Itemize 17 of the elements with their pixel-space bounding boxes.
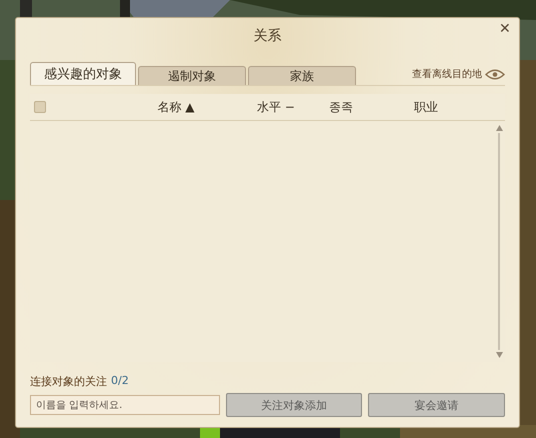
name-input-field[interactable]: 이름을 입력하세요. bbox=[30, 395, 220, 415]
offline-toggle[interactable]: 查看离线目的地 bbox=[412, 67, 505, 85]
follow-label: 连接对象的关注 bbox=[30, 374, 107, 389]
select-all-checkbox[interactable] bbox=[34, 101, 46, 113]
tab[interactable]: 感兴趣的对象 bbox=[30, 62, 136, 85]
window-title: 关系 bbox=[254, 27, 282, 45]
column-header[interactable]: 职业 bbox=[376, 98, 476, 116]
column-header[interactable]: 水平 − bbox=[246, 98, 306, 116]
scroll-up-icon[interactable] bbox=[496, 125, 502, 131]
tab[interactable]: 遏制对象 bbox=[138, 66, 246, 85]
column-header[interactable]: 종족 bbox=[306, 98, 376, 116]
close-button[interactable]: ✕ bbox=[497, 20, 513, 36]
eye-icon bbox=[485, 68, 505, 80]
scroll-down-icon[interactable] bbox=[496, 352, 502, 358]
column-header[interactable]: 名称 ▲ bbox=[106, 98, 246, 116]
follow-count: 0/2 bbox=[111, 374, 129, 389]
tab[interactable]: 家族 bbox=[248, 66, 356, 85]
